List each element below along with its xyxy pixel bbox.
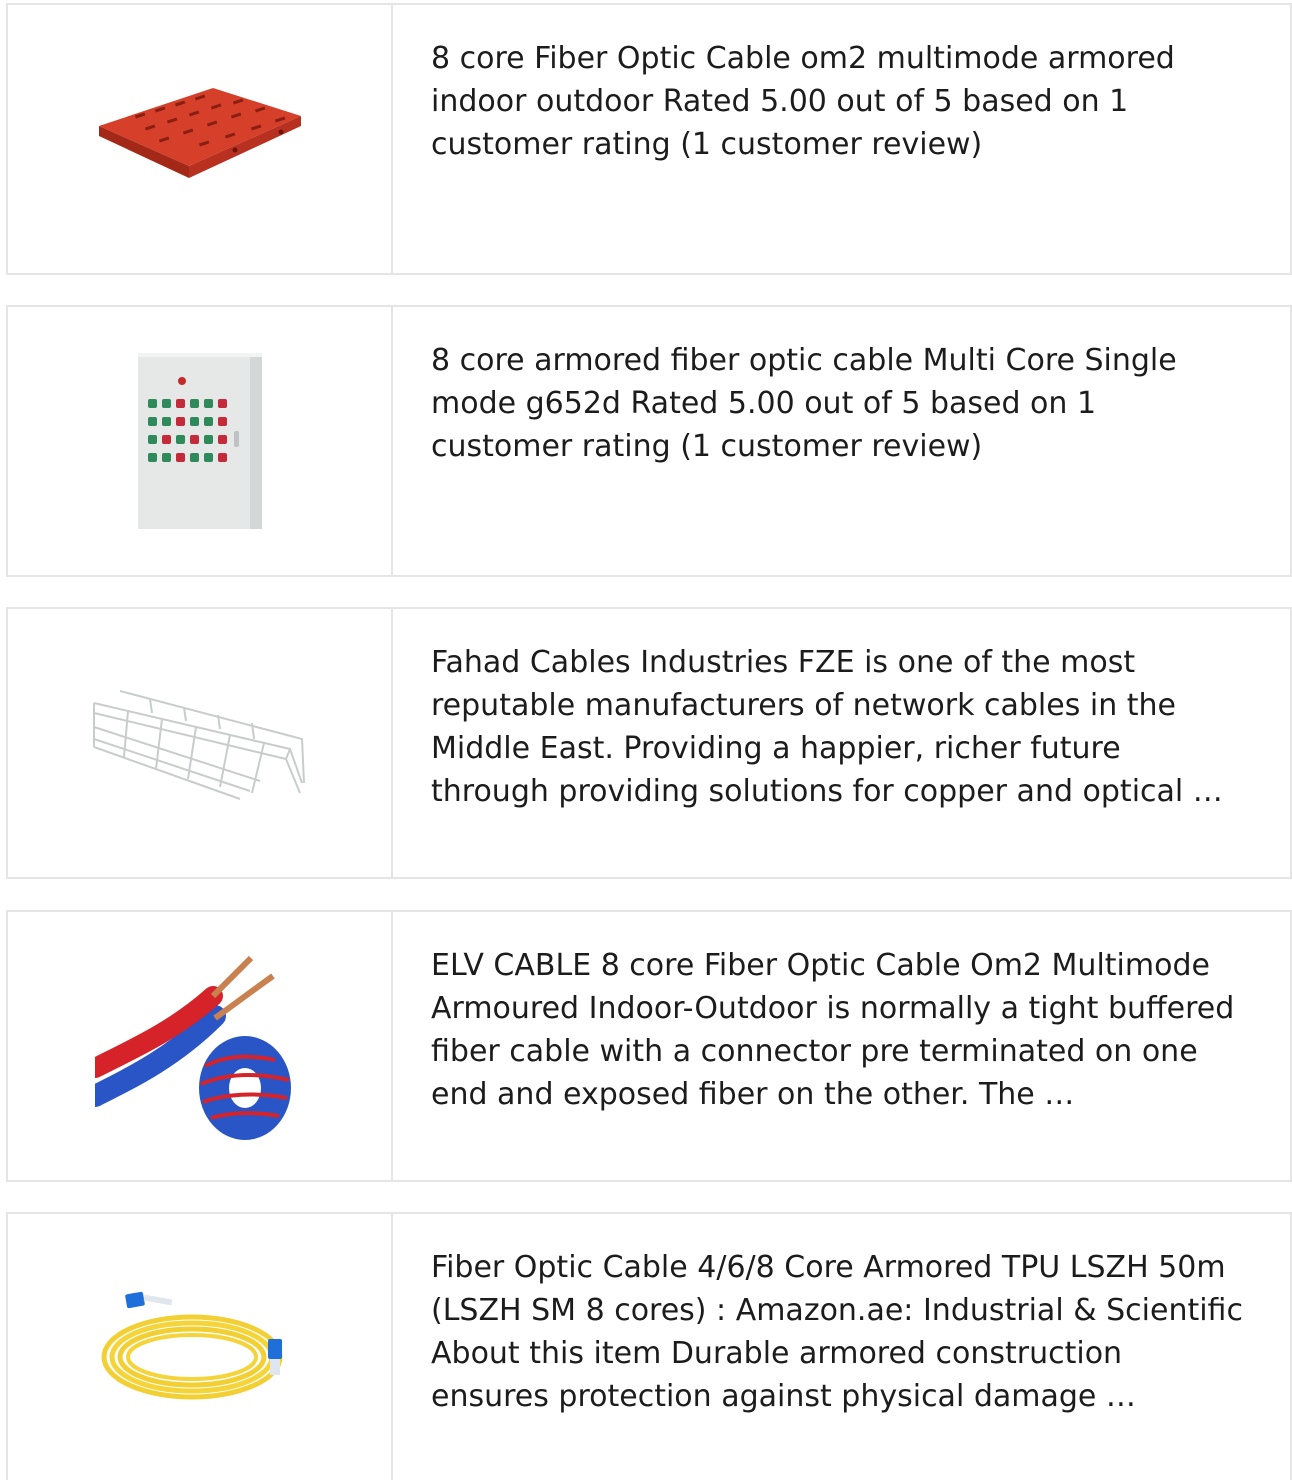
result-thumbnail[interactable]	[8, 609, 393, 877]
result-thumbnail[interactable]	[8, 912, 393, 1180]
red-perforated-cable-tray-image	[98, 88, 301, 178]
result-description[interactable]: Fahad Cables Industries FZE is one of th…	[431, 641, 1246, 813]
result-card[interactable]: 8 core armored fiber optic cable Multi C…	[6, 305, 1292, 577]
result-thumbnail[interactable]	[8, 307, 393, 575]
result-thumbnail[interactable]	[8, 1214, 393, 1480]
result-card[interactable]: Fiber Optic Cable 4/6/8 Core Armored TPU…	[6, 1212, 1292, 1480]
result-description[interactable]: Fiber Optic Cable 4/6/8 Core Armored TPU…	[431, 1246, 1246, 1418]
yellow-fiber-patch-cord-image	[101, 1291, 282, 1400]
result-card[interactable]: Fahad Cables Industries FZE is one of th…	[6, 607, 1292, 879]
result-description[interactable]: 8 core Fiber Optic Cable om2 multimode a…	[431, 37, 1246, 166]
result-thumbnail[interactable]	[8, 5, 393, 273]
red-blue-electric-wire-image	[94, 955, 291, 1140]
electrical-control-cabinet-image	[137, 353, 262, 529]
wire-mesh-cable-tray-image	[92, 690, 305, 800]
result-card[interactable]: ELV CABLE 8 core Fiber Optic Cable Om2 M…	[6, 910, 1292, 1182]
result-card[interactable]: 8 core Fiber Optic Cable om2 multimode a…	[6, 3, 1292, 275]
result-description[interactable]: 8 core armored fiber optic cable Multi C…	[431, 339, 1246, 468]
result-description[interactable]: ELV CABLE 8 core Fiber Optic Cable Om2 M…	[431, 944, 1246, 1116]
